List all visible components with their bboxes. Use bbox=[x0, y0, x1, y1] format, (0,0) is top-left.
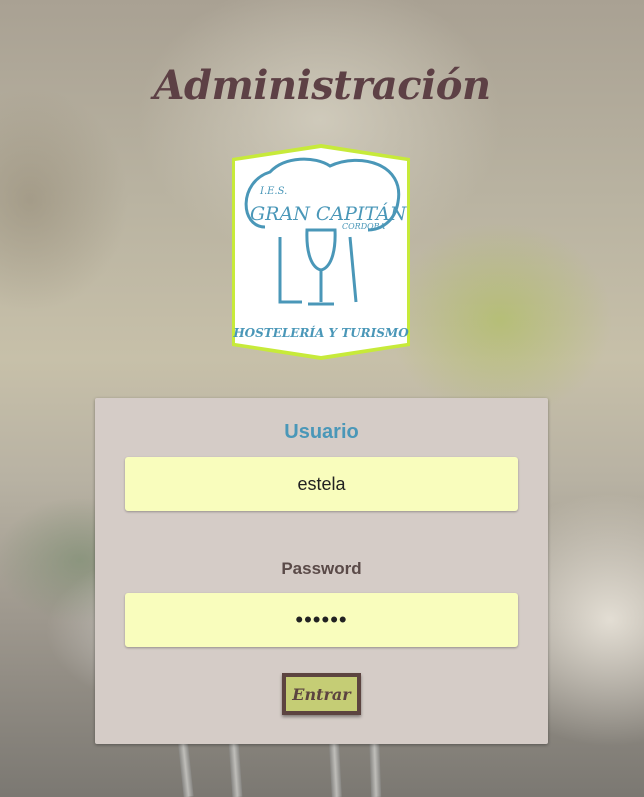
password-input[interactable] bbox=[125, 593, 518, 647]
password-label: Password bbox=[281, 559, 362, 578]
svg-text:CORDOBA: CORDOBA bbox=[342, 222, 386, 231]
username-label: Usuario bbox=[284, 421, 359, 443]
page-title: Administración bbox=[153, 62, 491, 109]
svg-text:HOSTELERÍA Y TURISMO: HOSTELERÍA Y TURISMO bbox=[232, 325, 409, 340]
svg-text:I.E.S.: I.E.S. bbox=[259, 186, 287, 197]
school-logo: I.E.S. GRAN CAPITÁN CORDOBA HOSTELERÍA Y… bbox=[232, 144, 410, 360]
username-input[interactable] bbox=[125, 457, 518, 511]
login-button[interactable]: Entrar bbox=[282, 673, 361, 715]
